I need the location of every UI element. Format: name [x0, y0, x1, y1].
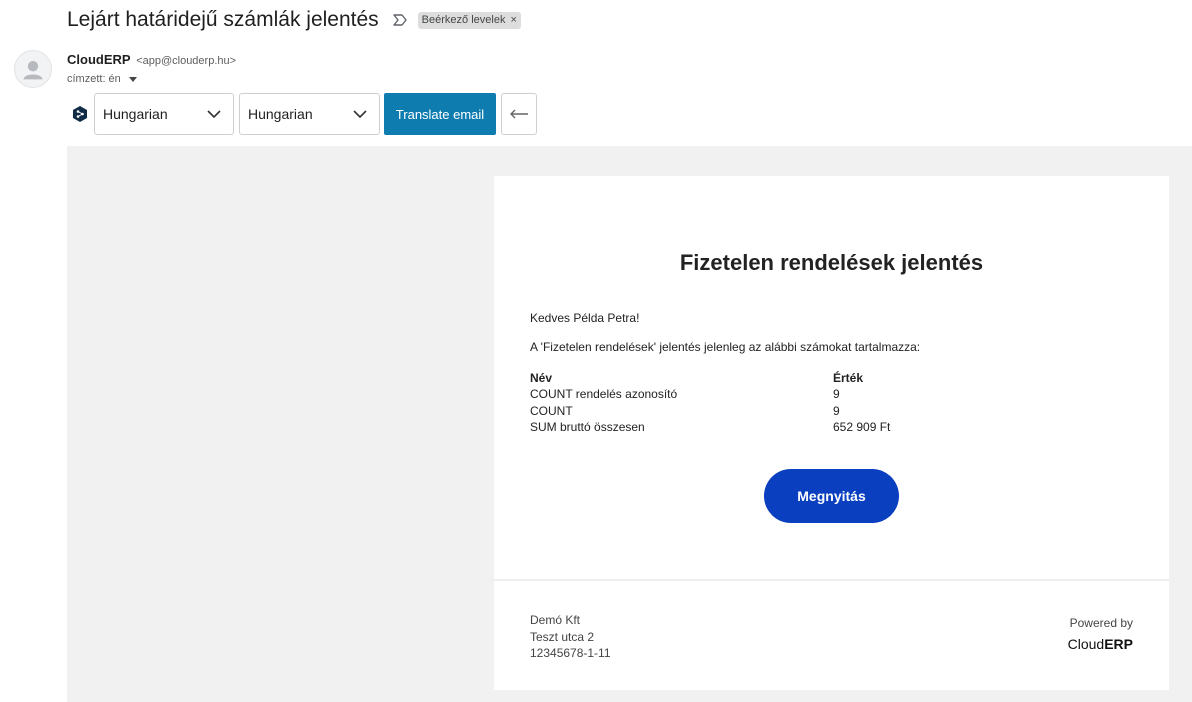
email-subject: Lejárt határidejű számlák jelentés [67, 8, 379, 31]
source-language-select[interactable]: Hungarian [94, 93, 234, 135]
open-report-button[interactable]: Megnyitás [764, 469, 899, 523]
company-address: Teszt utca 2 [530, 629, 595, 644]
powered-by-block: Powered by CloudERP [1068, 616, 1133, 652]
greeting-text: Kedves Példa Petra! [530, 311, 640, 325]
table-row: COUNT rendelés azonosító 9 [530, 386, 953, 403]
table-row: COUNT 9 [530, 403, 953, 420]
footer-divider [494, 579, 1169, 581]
recipient-details[interactable]: címzett: én [67, 73, 137, 85]
brand-bold-text: ERP [1104, 636, 1133, 652]
company-name: Demó Kft [530, 613, 581, 627]
row-value: 652 909 Ft [833, 420, 891, 435]
arrow-left-icon [510, 109, 528, 119]
table-row: SUM bruttó összesen 652 909 Ft [530, 419, 953, 436]
intro-text: A 'Fizetelen rendelések' jelentés jelenl… [530, 340, 921, 354]
inbox-label-chip[interactable]: Beérkező levelek × [417, 11, 521, 29]
sender-email: <app@clouderp.hu> [136, 55, 237, 67]
row-name: SUM bruttó összesen [530, 420, 645, 435]
row-name: COUNT [530, 403, 573, 418]
sender-line: CloudERP <app@clouderp.hu> [67, 52, 236, 67]
powered-by-text: Powered by [1069, 616, 1133, 630]
email-card: Fizetelen rendelések jelentés Kedves Pél… [494, 176, 1169, 690]
column-header-value: Érték [833, 371, 864, 385]
row-value: 9 [833, 403, 840, 418]
company-tax-id: 12345678-1-11 [530, 646, 611, 660]
target-language-select[interactable]: Hungarian [239, 93, 380, 135]
column-header-name: Név [530, 371, 553, 385]
source-language-value: Hungarian [103, 106, 168, 122]
recipient-text: címzett: én [67, 73, 121, 85]
important-marker-icon[interactable] [393, 12, 409, 28]
brand-light-text: Cloud [1067, 636, 1105, 652]
person-icon [23, 60, 43, 80]
chevron-down-icon [207, 110, 221, 119]
company-info: Demó Kft Teszt utca 2 12345678-1-11 [530, 612, 611, 662]
details-dropdown-icon[interactable] [128, 77, 137, 82]
report-table: Név Érték COUNT rendelés azonosító 9 COU… [530, 370, 953, 436]
row-value: 9 [833, 387, 840, 402]
subject-row: Lejárt határidejű számlák jelentés Beérk… [67, 6, 521, 34]
target-language-value: Hungarian [248, 106, 313, 122]
report-title: Fizetelen rendelések jelentés [679, 250, 984, 275]
sender-avatar[interactable] [14, 50, 52, 88]
translate-email-button[interactable]: Translate email [384, 93, 496, 135]
revert-translation-button[interactable] [501, 93, 537, 135]
brand-logo[interactable]: CloudERP [1068, 636, 1133, 652]
sender-name[interactable]: CloudERP [67, 52, 131, 67]
chevron-down-icon [353, 110, 367, 119]
inbox-label-text: Beérkező levelek [421, 14, 506, 26]
table-header-row: Név Érték [530, 370, 953, 386]
row-name: COUNT rendelés azonosító [530, 387, 678, 402]
translator-logo-icon [73, 106, 87, 122]
remove-label-icon[interactable]: × [510, 14, 516, 26]
